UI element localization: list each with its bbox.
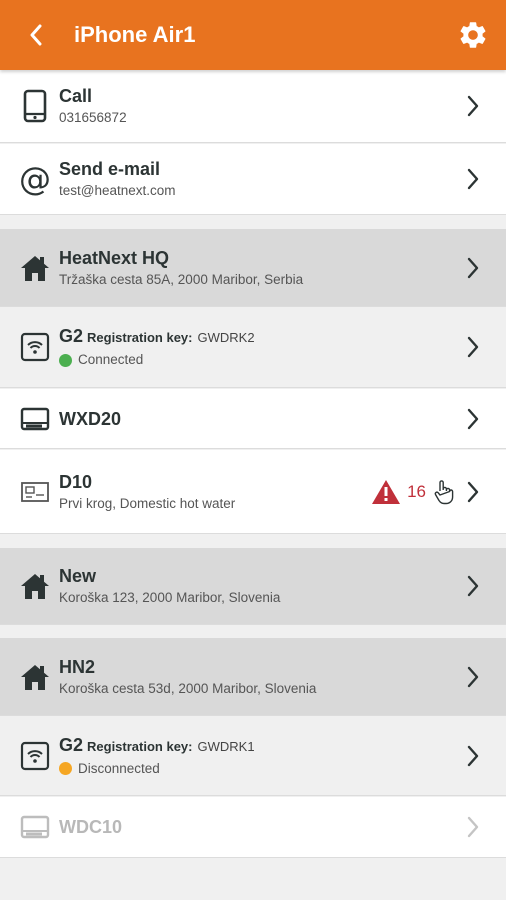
- status-dot-icon: [59, 353, 72, 367]
- chevron-right-icon: [466, 744, 480, 768]
- registration-key-value: GWDRK2: [197, 330, 255, 345]
- device-description: Prvi krog, Domestic hot water: [59, 495, 236, 511]
- chevron-right-icon: [466, 335, 480, 359]
- status-dot-icon: [59, 762, 72, 775]
- device-name: D10: [59, 471, 93, 492]
- chevron-right-icon: [466, 574, 480, 598]
- app-bar: iPhone Air1: [0, 0, 506, 70]
- connection-status: Connected: [78, 352, 144, 367]
- email-label: Send e-mail: [59, 159, 161, 179]
- alarm-indicator[interactable]: 16: [371, 479, 454, 505]
- settings-button[interactable]: [456, 18, 490, 52]
- gateway-name: G2: [59, 326, 84, 346]
- phone-number: 031656872: [59, 110, 127, 125]
- page-title: iPhone Air1: [74, 22, 196, 47]
- chevron-left-icon: [30, 24, 42, 46]
- chevron-right-icon: [466, 167, 480, 191]
- chevron-right-icon: [466, 94, 480, 118]
- call-row[interactable]: Call 031656872: [0, 70, 506, 143]
- call-label: Call: [59, 86, 93, 106]
- chevron-right-icon: [466, 480, 480, 504]
- gateway-row[interactable]: G2 Registration key: GWDRK2 Connected: [0, 307, 506, 388]
- device-row[interactable]: D10 Prvi krog, Domestic hot water 16: [0, 450, 506, 534]
- chevron-right-icon: [466, 407, 480, 431]
- location-row[interactable]: New Koroška 123, 2000 Maribor, Slovenia: [0, 548, 506, 625]
- gear-icon: [460, 22, 486, 48]
- controller-device-icon: [18, 475, 52, 509]
- home-icon: [18, 660, 52, 694]
- at-sign-icon: @: [19, 160, 51, 198]
- registration-key-label: Registration key:: [87, 330, 193, 345]
- home-icon: [18, 569, 52, 603]
- alarm-count: 16: [407, 481, 426, 501]
- device-name: WDC10: [59, 817, 123, 837]
- device-name: WXD20: [59, 408, 122, 429]
- warning-icon: [372, 479, 401, 504]
- display-device-icon: [18, 810, 52, 844]
- chevron-right-icon: [466, 815, 480, 839]
- location-name: HN2: [59, 656, 96, 677]
- hand-pointer-icon: [434, 479, 454, 504]
- display-device-icon: [18, 402, 52, 436]
- home-icon: [18, 251, 52, 285]
- device-row[interactable]: WDC10: [0, 797, 506, 858]
- phone-icon: [18, 89, 52, 123]
- registration-key-value: GWDRK1: [197, 738, 255, 754]
- connection-status: Disconnected: [78, 760, 160, 776]
- email-row[interactable]: @ Send e-mail test@heatnext.com: [0, 144, 506, 215]
- chevron-right-icon: [466, 665, 480, 689]
- location-row[interactable]: HeatNext HQ Tržaška cesta 85A, 2000 Mari…: [0, 229, 506, 307]
- registration-key-label: Registration key:: [87, 738, 193, 754]
- location-address: Koroška cesta 53d, 2000 Maribor, Sloveni…: [59, 680, 317, 696]
- location-name: HeatNext HQ: [59, 247, 170, 268]
- location-name: New: [59, 566, 97, 586]
- wifi-gateway-icon: [18, 739, 52, 773]
- device-row[interactable]: WXD20: [0, 389, 506, 449]
- location-address: Koroška 123, 2000 Maribor, Slovenia: [59, 590, 281, 605]
- chevron-right-icon: [466, 256, 480, 280]
- email-address: test@heatnext.com: [59, 183, 176, 198]
- location-row[interactable]: HN2 Koroška cesta 53d, 2000 Maribor, Slo…: [0, 638, 506, 716]
- wifi-gateway-icon: [18, 330, 52, 364]
- back-button[interactable]: [24, 23, 48, 47]
- gateway-row[interactable]: G2 Registration key: GWDRK1 Disconnected: [0, 716, 506, 796]
- gateway-name: G2: [59, 734, 84, 755]
- location-address: Tržaška cesta 85A, 2000 Maribor, Serbia: [59, 271, 304, 287]
